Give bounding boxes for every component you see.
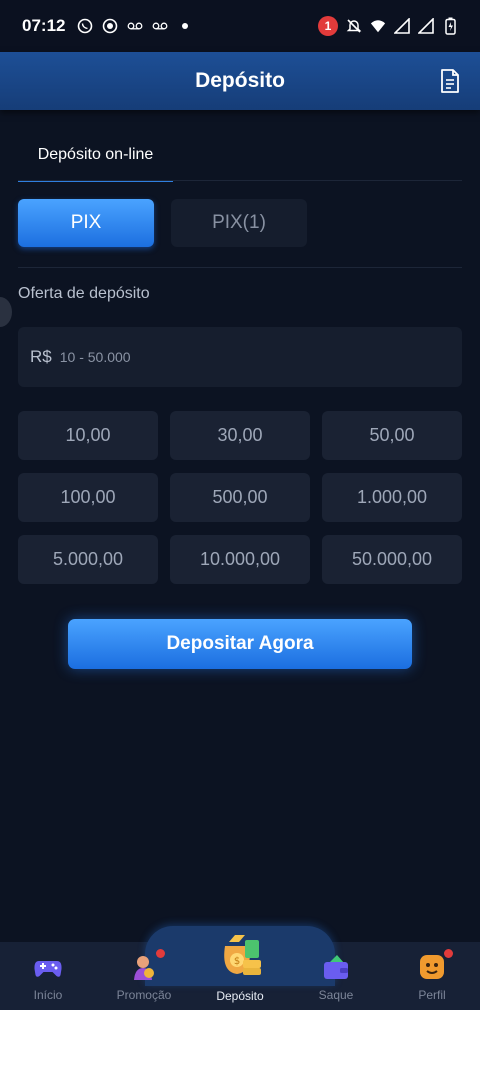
battery-icon: [442, 17, 458, 35]
amount-option[interactable]: 500,00: [170, 473, 310, 522]
nav-item-inicio[interactable]: Início: [8, 952, 88, 1002]
amount-option[interactable]: 5.000,00: [18, 535, 158, 584]
amount-option[interactable]: 30,00: [170, 411, 310, 460]
floating-handle[interactable]: [0, 297, 12, 327]
profile-face-icon: [417, 949, 453, 982]
profile-notification-dot: [444, 949, 453, 958]
wallet-icon: [321, 952, 351, 982]
amount-option[interactable]: 50.000,00: [322, 535, 462, 584]
tab-divider: [18, 180, 462, 181]
status-right: 1: [318, 16, 458, 36]
whatsapp-icon: [77, 18, 93, 34]
nav-item-deposito[interactable]: $ Depósito: [200, 932, 280, 1003]
signal-icon: [394, 18, 410, 34]
nav-item-perfil[interactable]: Perfil: [392, 949, 472, 1002]
voicemail-icon: [127, 18, 143, 34]
notification-badge: 1: [318, 16, 338, 36]
nav-item-promocao[interactable]: Promoção: [104, 949, 184, 1002]
section-divider: [18, 267, 462, 268]
gamepad-icon: [33, 952, 63, 982]
amount-option[interactable]: 100,00: [18, 473, 158, 522]
mute-icon: [346, 18, 362, 34]
offer-label: Oferta de depósito: [18, 285, 150, 302]
deposit-now-button[interactable]: Depositar Agora: [68, 619, 412, 669]
signal-icon-2: [418, 18, 434, 34]
amount-option[interactable]: 1.000,00: [322, 473, 462, 522]
method-pix-button[interactable]: PIX: [18, 199, 154, 247]
voicemail-icon-2: [152, 18, 168, 34]
promo-notification-dot: [156, 949, 165, 958]
amount-input[interactable]: R$ 10 - 50.000: [18, 327, 462, 387]
nav-label: Início: [33, 988, 63, 1002]
amount-placeholder: 10 - 50.000: [59, 349, 131, 365]
currency-label: R$: [30, 347, 52, 366]
money-bag-icon: $: [215, 932, 265, 983]
more-dot-icon: [177, 18, 193, 34]
tab-deposito-online[interactable]: Depósito on-line: [18, 130, 173, 182]
nav-item-saque[interactable]: Saque: [296, 952, 376, 1002]
nav-label: Perfil: [418, 988, 446, 1002]
records-icon[interactable]: [438, 68, 462, 94]
method-pix1-button[interactable]: PIX(1): [171, 199, 307, 247]
nav-label-active: Depósito: [216, 989, 264, 1003]
page-title: Depósito: [195, 69, 285, 92]
system-navigation-bar[interactable]: [0, 1010, 480, 1066]
amount-option[interactable]: 10,00: [18, 411, 158, 460]
amount-option[interactable]: 10.000,00: [170, 535, 310, 584]
app-header: Depósito: [0, 52, 480, 110]
svg-text:$: $: [234, 956, 240, 967]
wifi-icon: [370, 18, 386, 34]
nav-label: Promoção: [116, 988, 172, 1002]
status-bar: 07:12 1: [0, 0, 480, 52]
record-icon: [102, 18, 118, 34]
amount-option[interactable]: 50,00: [322, 411, 462, 460]
status-app-icons: [77, 18, 193, 34]
promo-gift-icon: [129, 949, 165, 982]
nav-label: Saque: [318, 988, 354, 1002]
status-time: 07:12: [22, 16, 66, 35]
amount-options: 10,00 30,00 50,00 100,00 500,00 1.000,00…: [18, 411, 462, 584]
